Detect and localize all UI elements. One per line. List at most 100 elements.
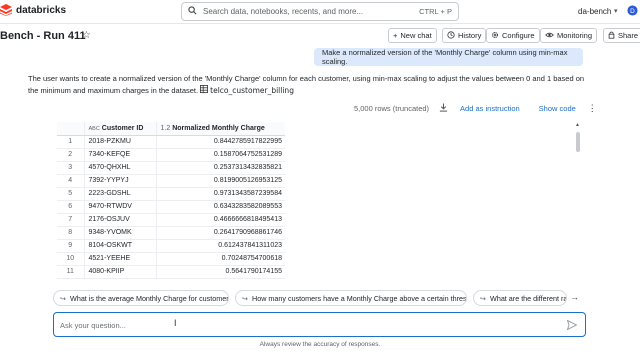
text-cursor-icon: I bbox=[174, 318, 177, 328]
normalized-header-label: Normalized Monthly Charge bbox=[172, 124, 265, 132]
customer-id-cell: 2176-OSJUV bbox=[84, 213, 157, 227]
normalized-value-cell: 0.4666666818495413 bbox=[156, 213, 285, 227]
share-label: Share bbox=[618, 31, 639, 40]
table-row[interactable]: 6 9470-RTWDV 0.6343283582089553 bbox=[57, 200, 285, 214]
customer-id-cell: 4080-KPIIP bbox=[84, 265, 157, 279]
gear-icon bbox=[491, 31, 499, 41]
table-row[interactable]: 4 7392-YYPYJ 0.8199005126953125 bbox=[57, 174, 285, 188]
table-row[interactable]: 7 2176-OSJUV 0.4666666818495413 bbox=[57, 213, 285, 227]
table-row[interactable]: 1 2018-PZKMU 0.8442785917822995 bbox=[57, 135, 285, 149]
row-index: 1 bbox=[57, 135, 85, 149]
disclaimer: Always review the accuracy of responses. bbox=[259, 341, 381, 348]
databricks-logo[interactable]: databricks bbox=[0, 4, 66, 16]
normalized-value-cell: 0.612437841311023 bbox=[156, 239, 285, 253]
row-index: 3 bbox=[57, 161, 85, 175]
global-search[interactable]: Search data, notebooks, recents, and mor… bbox=[181, 2, 459, 21]
monitoring-label: Monitoring bbox=[557, 31, 593, 40]
index-header bbox=[57, 122, 85, 136]
customer-id-cell: 7340-KEFQE bbox=[84, 148, 157, 162]
scroll-up-icon[interactable]: ▲ bbox=[575, 122, 580, 128]
more-options-icon[interactable]: ⋮ bbox=[588, 103, 597, 114]
row-index: 9 bbox=[57, 239, 85, 253]
return-arrow-icon: ↪ bbox=[60, 293, 67, 303]
normalized-value-cell: 0.2537313432835821 bbox=[156, 161, 285, 175]
table-row[interactable]: 10 4521-YEEHE 0.70248754700618 bbox=[57, 252, 285, 266]
lock-icon bbox=[608, 31, 615, 41]
history-icon bbox=[447, 30, 455, 41]
top-bar: databricks Search data, notebooks, recen… bbox=[0, 0, 640, 24]
table-row[interactable]: 3 4570-QHXHL 0.2537313432835821 bbox=[57, 161, 285, 175]
workspace-name[interactable]: da-bench bbox=[578, 7, 611, 16]
scroll-thumb[interactable] bbox=[576, 132, 580, 152]
return-arrow-icon: ↪ bbox=[480, 293, 487, 303]
normalized-value-cell: 0.5641790174155 bbox=[156, 265, 285, 279]
table-row[interactable]: 8 9348-YVOMK 0.2641790968861746 bbox=[57, 226, 285, 240]
row-index: 5 bbox=[57, 187, 85, 201]
table-row[interactable]: 11 4080-KPIIP 0.5641790174155 bbox=[57, 265, 285, 279]
show-code-link[interactable]: Show code bbox=[539, 104, 576, 113]
results-table-container: ABC Customer ID 1.2 Normalized Monthly C… bbox=[57, 122, 577, 284]
suggestion-text: How many customers have a Monthly Charge… bbox=[252, 293, 467, 303]
customer-id-cell: 9470-RTWDV bbox=[84, 200, 157, 214]
customer-id-cell: 8104-OSKWT bbox=[84, 239, 157, 253]
arrow-right-icon[interactable]: → bbox=[570, 292, 579, 302]
user-message-text: Make a normalized version of the 'Monthl… bbox=[322, 48, 568, 66]
customer-id-cell: 7392-YYPYJ bbox=[84, 174, 157, 188]
table-row[interactable]: 2 7340-KEFQE 0.1587064752531289 bbox=[57, 148, 285, 162]
results-toolbar: 5,000 rows (truncated) Add as instructio… bbox=[354, 103, 597, 114]
history-label: History bbox=[458, 31, 482, 40]
suggestion-chip-3[interactable]: ↪ What are the different range bbox=[473, 290, 567, 306]
user-avatar-icon[interactable]: D bbox=[627, 5, 638, 18]
normalized-value-cell: 0.70248754700618 bbox=[156, 252, 285, 266]
row-index: 8 bbox=[57, 226, 85, 240]
row-index: 6 bbox=[57, 200, 85, 214]
configure-button[interactable]: Configure bbox=[486, 28, 540, 43]
row-index: 10 bbox=[57, 252, 85, 266]
normalized-value-cell: 0.9731343587239584 bbox=[156, 187, 285, 201]
customer-id-header[interactable]: ABC Customer ID bbox=[84, 122, 157, 136]
assistant-response: The user wants to create a normalized ve… bbox=[28, 73, 588, 97]
customer-id-cell: 4521-YEEHE bbox=[84, 252, 157, 266]
history-button[interactable]: History bbox=[442, 28, 487, 43]
row-index: 7 bbox=[57, 213, 85, 227]
customer-id-cell: 9348-YVOMK bbox=[84, 226, 157, 240]
row-index: 2 bbox=[57, 148, 85, 162]
search-icon bbox=[188, 6, 197, 17]
normalized-value-cell: 0.8199005126953125 bbox=[156, 174, 285, 188]
table-row[interactable]: 5 2223-GDSHL 0.9731343587239584 bbox=[57, 187, 285, 201]
question-input[interactable]: Ask your question... I bbox=[53, 312, 586, 337]
customer-id-header-label: Customer ID bbox=[101, 124, 144, 132]
suggestion-text: What are the different range bbox=[490, 293, 567, 303]
share-button[interactable]: Share bbox=[603, 28, 640, 43]
eye-icon bbox=[545, 31, 554, 41]
table-icon bbox=[200, 85, 209, 97]
chevron-down-icon[interactable]: ▾ bbox=[614, 7, 618, 15]
table-tag-label: telco_customer_billing bbox=[210, 86, 294, 95]
suggestion-text: What is the average Monthly Charge for c… bbox=[70, 293, 229, 303]
search-shortcut: CTRL + P bbox=[419, 7, 452, 16]
suggestion-chip-2[interactable]: ↪ How many customers have a Monthly Char… bbox=[235, 290, 467, 306]
row-index: 11 bbox=[57, 265, 85, 279]
send-icon[interactable] bbox=[566, 319, 578, 332]
normalized-value-cell: 0.8442785917822995 bbox=[156, 135, 285, 149]
suggestion-chip-1[interactable]: ↪ What is the average Monthly Charge for… bbox=[53, 290, 229, 306]
table-header-row: ABC Customer ID 1.2 Normalized Monthly C… bbox=[57, 122, 285, 136]
download-icon[interactable] bbox=[439, 103, 448, 114]
customer-id-cell: 2223-GDSHL bbox=[84, 187, 157, 201]
page-title: Bench - Run 411 bbox=[0, 30, 86, 42]
table-tag[interactable]: telco_customer_billing bbox=[200, 85, 294, 97]
normalized-value-cell: 0.1587064752531289 bbox=[156, 148, 285, 162]
search-placeholder: Search data, notebooks, recents, and mor… bbox=[203, 7, 364, 16]
databricks-logo-icon bbox=[0, 4, 12, 16]
add-as-instruction-link[interactable]: Add as instruction bbox=[460, 104, 520, 113]
table-scrollbar[interactable]: ▲ bbox=[575, 122, 581, 284]
number-type-icon: 1.2 bbox=[160, 124, 171, 132]
assistant-text: The user wants to create a normalized ve… bbox=[28, 74, 585, 95]
customer-id-cell: 2018-PZKMU bbox=[84, 135, 157, 149]
table-row[interactable]: 9 8104-OSKWT 0.612437841311023 bbox=[57, 239, 285, 253]
new-chat-button[interactable]: + New chat bbox=[388, 28, 437, 43]
monitoring-button[interactable]: Monitoring bbox=[540, 28, 598, 43]
star-icon[interactable]: ☆ bbox=[82, 30, 91, 41]
plus-icon: + bbox=[393, 31, 398, 40]
normalized-header[interactable]: 1.2 Normalized Monthly Charge bbox=[156, 122, 285, 136]
